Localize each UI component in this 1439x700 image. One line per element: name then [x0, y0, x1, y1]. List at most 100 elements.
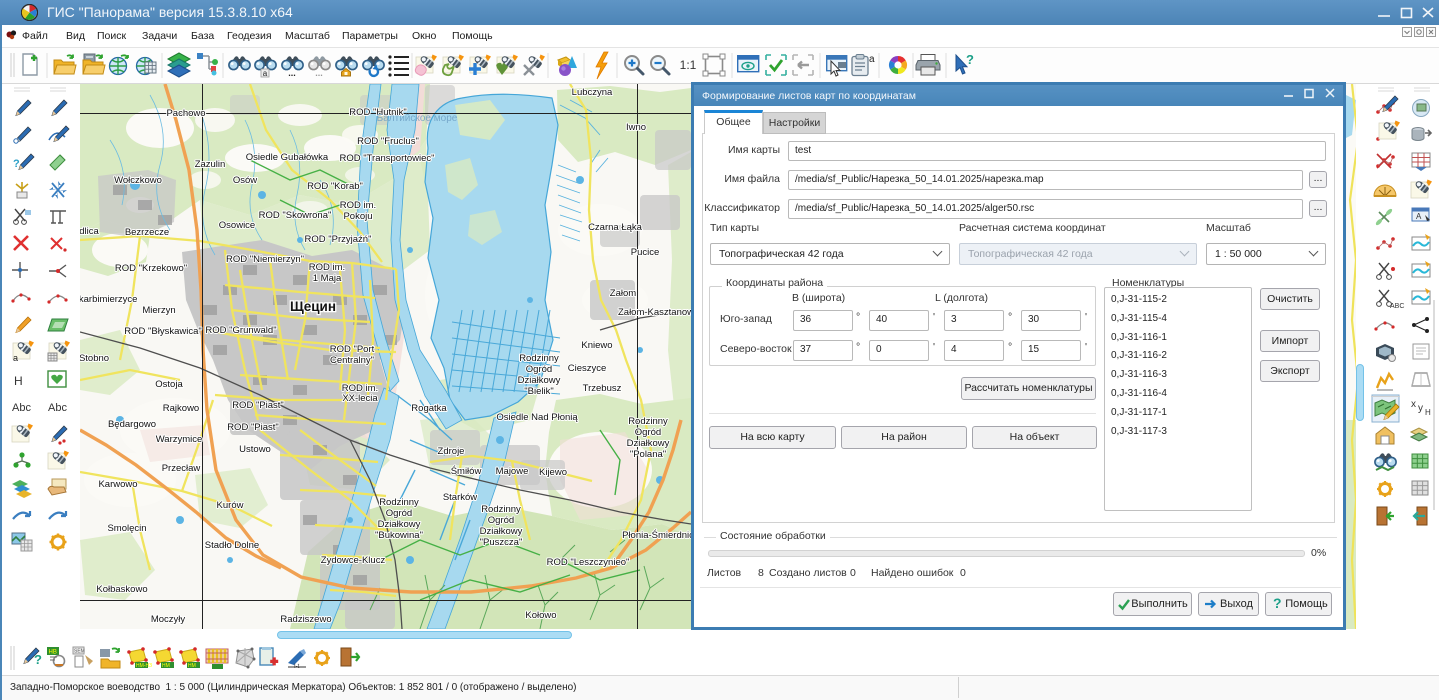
svg-text:Starków: Starków — [443, 492, 477, 503]
svg-text:ROD im.: ROD im. — [309, 262, 345, 273]
svg-text:XX-lecia: XX-lecia — [342, 393, 378, 404]
svg-text:Płonia-Śmierdnic: Płonia-Śmierdnic — [622, 529, 694, 541]
svg-text:Karwowo: Karwowo — [98, 479, 137, 490]
svg-text:a: a — [13, 353, 18, 363]
svg-text:Mierzyn: Mierzyn — [142, 305, 175, 316]
svg-text:H: H — [14, 374, 23, 388]
svg-text:Abc: Abc — [12, 402, 31, 414]
svg-text:ROD "Fruclus": ROD "Fruclus" — [357, 136, 419, 147]
svg-text:Wołczkowo: Wołczkowo — [114, 175, 162, 186]
svg-text:Śmiłów: Śmiłów — [451, 465, 482, 477]
svg-text:"Puszcza": "Puszcza" — [480, 537, 523, 548]
svg-text:ROD "Niemierzyn": ROD "Niemierzyn" — [226, 254, 304, 265]
svg-text:Trzebusz: Trzebusz — [583, 383, 622, 394]
svg-text:Pokoju: Pokoju — [343, 211, 372, 222]
svg-text:Rodzinny: Rodzinny — [628, 416, 668, 427]
svg-text:Rodzinny: Rodzinny — [519, 353, 559, 364]
svg-text:Kołbaskowo: Kołbaskowo — [96, 584, 147, 595]
svg-text:НВ: НВ — [49, 650, 57, 656]
svg-text:Moczyły: Moczyły — [151, 614, 186, 625]
svg-text:a: a — [869, 54, 875, 65]
svg-text:Ogród: Ogród — [635, 427, 661, 438]
svg-text:...: ... — [288, 68, 296, 78]
svg-text:Będargowo: Będargowo — [108, 419, 156, 430]
svg-text:Iwno: Iwno — [626, 122, 646, 133]
svg-text:A: A — [1416, 212, 1422, 221]
svg-text:"Bielik": "Bielik" — [524, 386, 553, 397]
svg-text:dlica: dlica — [80, 226, 99, 237]
svg-text:Abc: Abc — [48, 402, 67, 414]
svg-text:Rodzinny: Rodzinny — [379, 497, 419, 508]
svg-text:a: a — [263, 69, 268, 78]
svg-text:Rodzinny: Rodzinny — [481, 504, 521, 515]
svg-text:Osowice: Osowice — [219, 220, 255, 231]
svg-text:ROD "Transportowiec": ROD "Transportowiec" — [339, 153, 434, 164]
svg-text:ROD "Piast": ROD "Piast" — [227, 422, 279, 433]
svg-text:Centralny": Centralny" — [330, 355, 374, 366]
svg-text:...: ... — [315, 68, 323, 78]
svg-text:ROD "Korab": ROD "Korab" — [307, 181, 363, 192]
svg-text:Ogród: Ogród — [488, 515, 514, 526]
svg-text:Kołowo: Kołowo — [525, 610, 556, 621]
svg-text:Działkowy: Działkowy — [378, 519, 421, 530]
svg-text:1 Maja: 1 Maja — [313, 273, 342, 284]
svg-text:I-t: I-t — [294, 664, 300, 670]
svg-text:НМ: НМ — [188, 663, 196, 669]
svg-text:Cieszyce: Cieszyce — [568, 363, 607, 374]
svg-text:Щецин: Щецин — [290, 299, 336, 314]
svg-text:Ostoja: Ostoja — [155, 379, 183, 390]
svg-text:"Bukowina": "Bukowina" — [375, 530, 423, 541]
svg-text:Kniewo: Kniewo — [581, 340, 612, 351]
svg-text:ABC: ABC — [1390, 303, 1404, 310]
svg-text:НМ: НМ — [162, 663, 170, 669]
svg-text:"Polana": "Polana" — [630, 449, 666, 460]
svg-text:Działkowy: Działkowy — [480, 526, 523, 537]
svg-text:ROD "Przyjaźń": ROD "Przyjaźń" — [305, 234, 372, 245]
svg-text:Osów: Osów — [233, 175, 257, 186]
svg-text:y: y — [1418, 403, 1423, 414]
svg-text:Pucice: Pucice — [631, 247, 660, 258]
svg-text:ROD "Grunwald": ROD "Grunwald" — [205, 325, 276, 336]
svg-text:Bezrzecze: Bezrzecze — [125, 227, 169, 238]
svg-text:Zydowce-Klucz: Zydowce-Klucz — [321, 555, 386, 566]
svg-text:НМ-НЗ: НМ-НЗ — [136, 663, 152, 669]
svg-text:Pachowo: Pachowo — [166, 108, 205, 119]
svg-text:Lubczyna: Lubczyna — [572, 87, 613, 98]
svg-text:Stadło Dolne: Stadło Dolne — [205, 540, 259, 551]
svg-text:?: ? — [34, 652, 42, 667]
svg-text:Smolęcin: Smolęcin — [107, 523, 146, 534]
svg-text:Działkowy: Działkowy — [627, 438, 670, 449]
svg-text:ROD "Leszczynieo": ROD "Leszczynieo" — [547, 557, 630, 568]
svg-text:Przecław: Przecław — [162, 463, 201, 474]
svg-text:x: x — [1411, 399, 1416, 410]
svg-text:Stobno: Stobno — [80, 353, 109, 364]
svg-text:Kijewo: Kijewo — [539, 467, 567, 478]
svg-text:ROD "Piast": ROD "Piast" — [232, 400, 284, 411]
svg-text:Rogatka: Rogatka — [411, 403, 447, 414]
svg-text:Radziszewo: Radziszewo — [280, 614, 331, 625]
svg-text:Czarna Łąka: Czarna Łąka — [588, 222, 643, 233]
svg-text:?: ? — [13, 158, 20, 170]
svg-text:ROD "Skowrona": ROD "Skowrona" — [259, 210, 332, 221]
svg-text:Ogród: Ogród — [386, 508, 412, 519]
svg-text:Osiedle Gubałówka: Osiedle Gubałówka — [246, 152, 329, 163]
svg-text:Ustowo: Ustowo — [239, 444, 271, 455]
svg-text:Działkowy: Działkowy — [518, 375, 561, 386]
svg-text:Skarbimierzyce: Skarbimierzyce — [80, 294, 137, 305]
svg-text:Балтийское море: Балтийское море — [377, 113, 458, 124]
svg-text:Kurów: Kurów — [217, 500, 244, 511]
svg-text:Załom-Kasztanow: Załom-Kasztanow — [618, 307, 694, 318]
svg-text:Osiedle Nad Płonią: Osiedle Nad Płonią — [496, 412, 578, 423]
svg-text:ROD "Port: ROD "Port — [330, 344, 375, 355]
svg-text:1:1: 1:1 — [680, 58, 697, 72]
svg-text:H: H — [1425, 408, 1431, 417]
svg-text:ROD im.: ROD im. — [340, 200, 376, 211]
svg-text:Ogród: Ogród — [526, 364, 552, 375]
svg-text:Warzymice: Warzymice — [156, 434, 203, 445]
svg-text:Zdroje: Zdroje — [438, 446, 465, 457]
svg-text:Rajkowo: Rajkowo — [163, 403, 199, 414]
svg-text:Majowe: Majowe — [496, 466, 529, 477]
svg-text:SEM: SEM — [74, 649, 85, 655]
svg-text:ROD "Krzekowo": ROD "Krzekowo" — [115, 263, 187, 274]
svg-text:Załom: Załom — [610, 288, 636, 299]
